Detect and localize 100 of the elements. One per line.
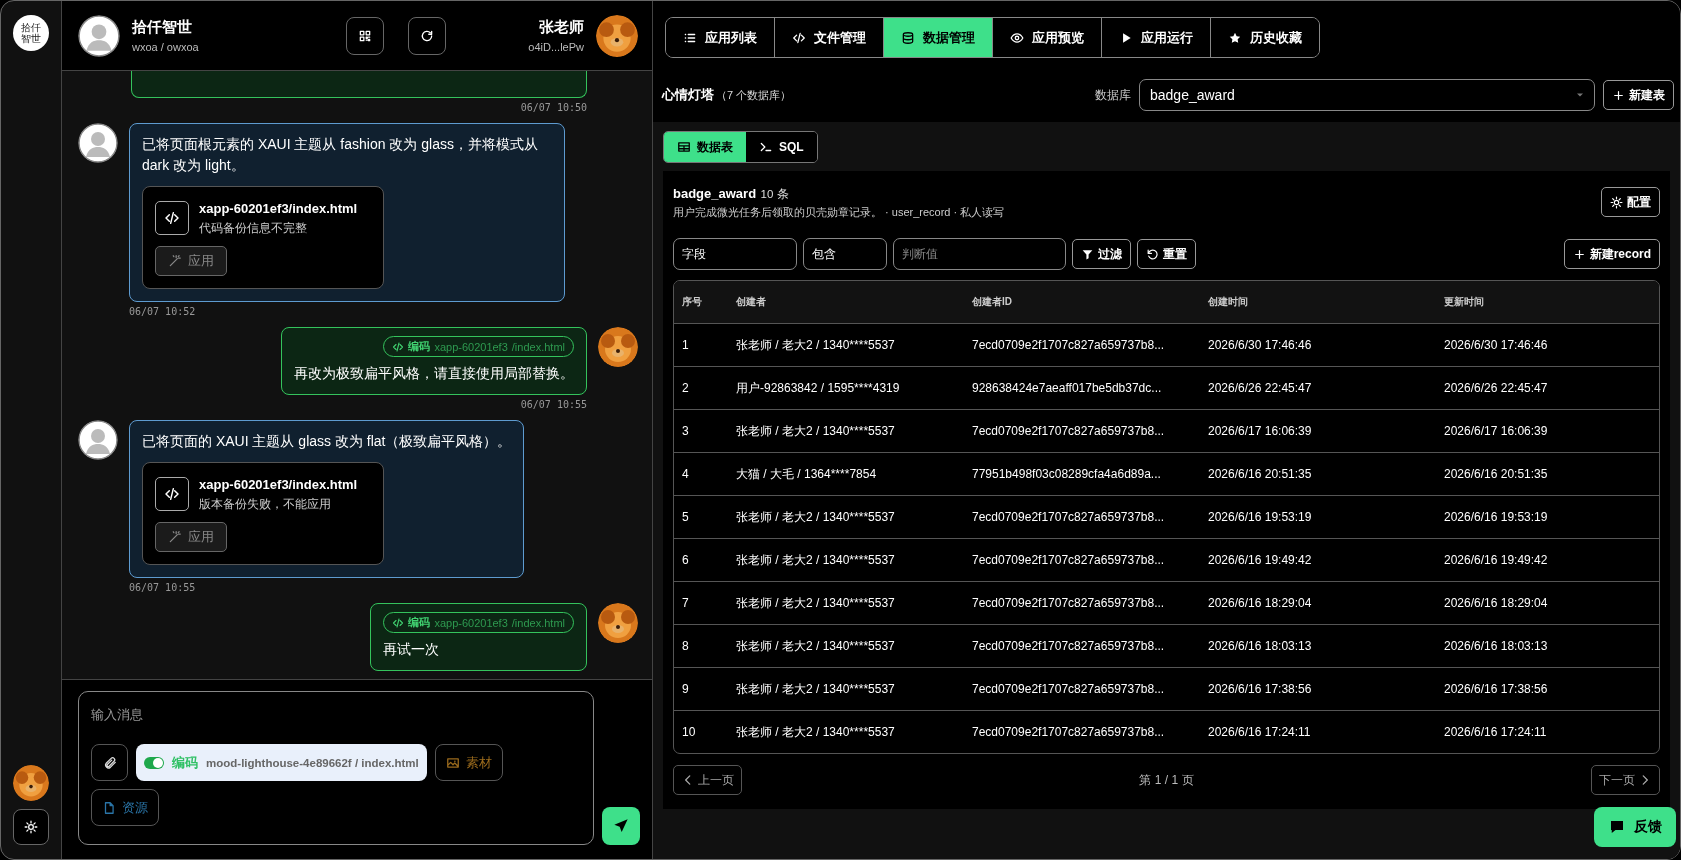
tab[interactable]: 应用列表 — [666, 18, 775, 57]
database-icon — [901, 30, 915, 45]
table-name: badge_award — [673, 186, 757, 201]
database-count: （7 个数据库） — [716, 87, 792, 103]
plus-icon — [1572, 247, 1586, 261]
table-cell-text: 张老师 / 老大2 / 1340****5537 — [735, 637, 896, 655]
database-select[interactable]: badge_award — [1139, 79, 1595, 111]
table-cell-text: 2026/6/17 16:06:39 — [1443, 424, 1549, 438]
column-header: 序号 — [681, 295, 703, 309]
table-cell-text: 2026/6/16 17:24:11 — [1443, 725, 1548, 739]
file-note: 版本备份失败，不能应用 — [199, 497, 332, 512]
table-cell-text: 张老师 / 老大2 / 1340****5537 — [735, 723, 896, 741]
code-icon — [392, 616, 405, 629]
table-description: 用户完成微光任务后领取的贝壳勋章记录。 · user_record · 私人读写 — [673, 205, 1005, 220]
table-cell-text: 2026/6/26 22:45:47 — [1207, 381, 1313, 395]
table-cell-text: 2026/6/16 18:29:04 — [1443, 596, 1549, 610]
feedback-button[interactable]: 反馈 — [1594, 807, 1676, 847]
table-cell-text: 2026/6/16 18:03:13 — [1207, 639, 1313, 653]
config-button[interactable]: 配置 — [1601, 187, 1660, 217]
next-page-button[interactable]: 下一页 — [1591, 765, 1660, 795]
timestamp: 06/07 10:50 — [520, 102, 587, 113]
file-path: /index.html — [511, 616, 565, 629]
settings-icon — [1610, 195, 1623, 209]
table-cell-text: 2026/6/16 19:53:19 — [1443, 510, 1549, 524]
project-name: xapp-60201ef3 — [434, 616, 508, 629]
refresh-button[interactable] — [408, 16, 446, 55]
operator-select[interactable]: 包含 — [803, 238, 887, 270]
project-name: xapp-60201ef3 — [434, 340, 508, 353]
column-header: 创建者ID — [971, 295, 1013, 309]
table-cell-text: 10 — [681, 725, 697, 739]
timestamp: 06/07 10:55 — [520, 399, 587, 410]
table-cell-text: 张老师 / 老大2 / 1340****5537 — [735, 422, 896, 440]
table-cell-text: 2026/6/16 17:38:56 — [1207, 682, 1313, 696]
qr-code-button[interactable] — [346, 16, 384, 55]
code-label: 编码 — [408, 615, 431, 630]
toggle-switch[interactable] — [144, 756, 164, 769]
send-icon — [613, 818, 629, 834]
table-cell-text: 2026/6/16 17:24:11 — [1207, 725, 1312, 739]
eye-icon — [1010, 30, 1024, 45]
table-cell-text: 2026/6/16 20:51:35 — [1207, 467, 1313, 481]
message-text: 已将页面根元素的 XAUI 主题从 fashion 改为 glass，并将模式从 dark 改为 light。 — [142, 135, 539, 175]
table-cell-text: 用户-92863842 / 1595****4319 — [735, 379, 901, 397]
assets-button[interactable]: 素材 — [434, 744, 503, 781]
filter-icon — [1081, 247, 1094, 261]
code-mode-chip[interactable]: 编码 mood-lighthouse-4e89662f / index.html — [136, 744, 427, 781]
message-text: 再试一次 — [383, 640, 440, 659]
new-record-button[interactable]: 新建record — [1563, 239, 1660, 269]
filter-button[interactable]: 过滤 — [1072, 239, 1131, 269]
table-cell-text: 2026/6/16 18:29:04 — [1207, 596, 1313, 610]
settings-icon — [24, 820, 38, 834]
file-icon — [102, 800, 116, 815]
magic-wand-icon — [168, 530, 182, 544]
qr-code-icon — [358, 28, 372, 43]
table-cell-text: 2026/6/30 17:46:46 — [1207, 338, 1313, 352]
reset-button[interactable]: 重置 — [1137, 239, 1196, 269]
table-cell-text: 1 — [681, 338, 690, 352]
new-table-button[interactable]: 新建表 — [1603, 80, 1674, 110]
field-select[interactable]: 字段 — [673, 238, 797, 270]
chat-title: 拾仟智世 — [132, 18, 193, 37]
message-text: 再改为极致扁平风格，请直接使用局部替换。 — [294, 364, 574, 383]
send-button[interactable] — [602, 807, 640, 845]
avatar — [596, 14, 638, 57]
resources-button[interactable]: 资源 — [91, 789, 159, 826]
table-cell-text: 3 — [681, 424, 690, 438]
table-cell-text: 7 — [681, 596, 690, 610]
magic-wand-icon — [168, 254, 182, 268]
tab[interactable]: 数据表 — [664, 132, 746, 162]
terminal-icon — [759, 140, 773, 154]
previous-page-button[interactable]: 上一页 — [673, 765, 742, 795]
paperclip-icon — [102, 755, 117, 770]
attach-button[interactable] — [91, 744, 128, 781]
table-cell-text: 大猫 / 大毛 / 1364****7854 — [735, 465, 878, 483]
table-cell-text: 7ecd0709e2f1707c827a659737b8... — [971, 510, 1166, 524]
tab[interactable]: 数据管理 — [884, 18, 993, 57]
table-cell-text: 2 — [681, 381, 690, 395]
plus-icon — [1612, 88, 1625, 102]
timestamp: 06/07 10:52 — [129, 306, 196, 317]
table-cell-text: 2026/6/30 17:46:46 — [1443, 338, 1549, 352]
file-path: /index.html — [511, 340, 565, 353]
table-cell-text: 7ecd0709e2f1707c827a659737b8... — [971, 639, 1166, 653]
settings-button[interactable] — [13, 809, 49, 845]
code-label: 编码 — [408, 339, 431, 354]
table-cell-text: 2026/6/17 16:06:39 — [1207, 424, 1313, 438]
record-count: 10 条 — [760, 188, 789, 200]
table-cell-text: 9 — [681, 682, 690, 696]
tab[interactable]: SQL — [746, 132, 817, 162]
table-cell-text: 8 — [681, 639, 690, 653]
table-cell-text: 77951b498f03c08289cfa4a6d89a... — [971, 467, 1162, 481]
file-note: 代码备份信息不完整 — [199, 221, 308, 236]
user-id: o4iD...lePw — [528, 41, 584, 53]
message-input[interactable]: 输入消息 — [91, 700, 581, 728]
value-input[interactable]: 判断值 — [893, 238, 1066, 270]
avatar[interactable] — [13, 765, 49, 801]
image-icon — [445, 755, 460, 770]
table-cell-text: 2026/6/16 19:49:42 — [1207, 553, 1313, 567]
table-cell-text: 张老师 / 老大2 / 1340****5537 — [735, 508, 896, 526]
refresh-icon — [420, 28, 434, 43]
table-cell-text: 928638424e7aeaff017be5db37dc... — [971, 381, 1163, 395]
code-icon — [155, 477, 189, 511]
avatar — [598, 327, 638, 367]
